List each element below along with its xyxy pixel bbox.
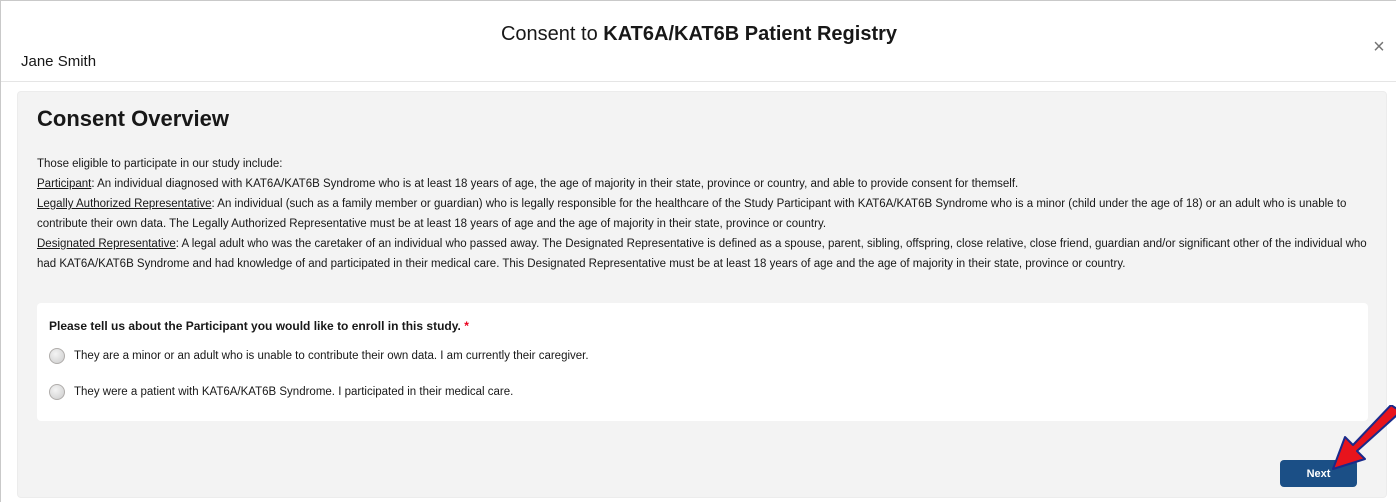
definition-legally-authorized-representative: Legally Authorized Representative: An in… (37, 194, 1377, 234)
question-label: Please tell us about the Participant you… (49, 319, 469, 333)
overview-intro: Those eligible to participate in our stu… (37, 158, 283, 170)
option-label: They were a patient with KAT6A/KAT6B Syn… (74, 386, 514, 398)
term-designated-representative: Designated Representative (37, 238, 176, 250)
option-minor-caregiver[interactable]: They are a minor or an adult who is unab… (49, 346, 589, 366)
red-arrow-icon (1332, 405, 1396, 470)
modal-title: Consent to KAT6A/KAT6B Patient Registry (1, 23, 1396, 46)
modal-header: Consent to KAT6A/KAT6B Patient Registry … (1, 1, 1396, 82)
title-prefix: Consent to (500, 23, 604, 45)
definition-designated-representative: Designated Representative: A legal adult… (37, 234, 1377, 274)
section-title: Consent Overview (37, 106, 229, 131)
definition-text: : An individual diagnosed with KAT6A/KAT… (91, 178, 1019, 190)
option-deceased-patient[interactable]: They were a patient with KAT6A/KAT6B Syn… (49, 382, 513, 402)
term-legally-authorized-representative: Legally Authorized Representative (37, 198, 212, 210)
radio-button[interactable] (49, 384, 65, 400)
registry-name: KAT6A/KAT6B Patient Registry (603, 23, 898, 45)
radio-button[interactable] (49, 348, 65, 364)
consent-body: Consent Overview Those eligible to parti… (17, 91, 1387, 498)
definition-text: : An individual (such as a family member… (37, 198, 1347, 230)
overview-text: Those eligible to participate in our stu… (37, 154, 1377, 274)
participant-question-card: Please tell us about the Participant you… (37, 303, 1368, 421)
close-icon[interactable]: × (1369, 37, 1389, 57)
option-label: They are a minor or an adult who is unab… (74, 350, 589, 362)
question-text: Please tell us about the Participant you… (49, 319, 461, 333)
required-marker: * (464, 319, 469, 333)
consent-modal: Consent to KAT6A/KAT6B Patient Registry … (0, 0, 1396, 502)
definition-text: : A legal adult who was the caretaker of… (37, 238, 1367, 270)
term-participant: Participant (37, 178, 92, 190)
user-name: Jane Smith (21, 53, 97, 70)
definition-participant: Participant: An individual diagnosed wit… (37, 174, 1377, 194)
